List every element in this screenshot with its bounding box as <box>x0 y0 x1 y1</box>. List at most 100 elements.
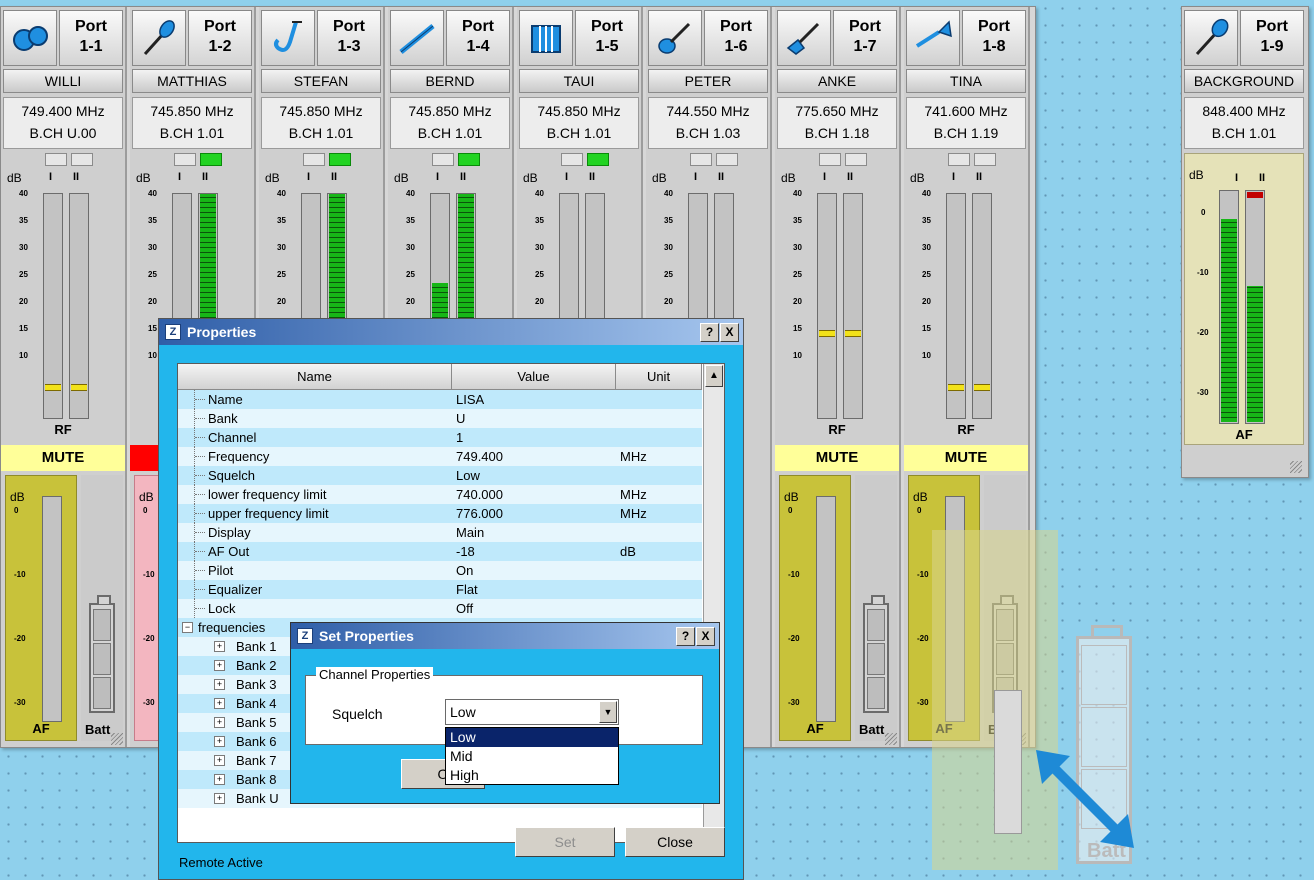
db-label: dB <box>136 171 151 185</box>
col-header-value[interactable]: Value <box>452 364 616 390</box>
meter-col-label: I <box>823 171 827 183</box>
mute-indicator[interactable]: MUTE <box>904 445 1028 471</box>
col-header-unit[interactable]: Unit <box>616 364 702 390</box>
resize-grip[interactable] <box>111 733 123 745</box>
property-row[interactable]: Equalizer Flat <box>178 580 702 599</box>
close-button[interactable]: Close <box>625 827 725 857</box>
db-label: dB <box>781 171 796 185</box>
led-2 <box>329 153 351 166</box>
af-label: AF <box>1235 427 1253 442</box>
db-label: dB <box>784 490 799 504</box>
expand-icon[interactable]: + <box>214 641 225 652</box>
property-row[interactable]: Frequency 749.400 MHz <box>178 447 702 466</box>
expand-icon[interactable]: + <box>214 717 225 728</box>
tick-label: 10 <box>793 351 802 360</box>
property-unit: MHz <box>620 506 647 521</box>
channel-name[interactable]: WILLI <box>3 69 123 93</box>
property-value: Low <box>456 468 480 483</box>
tick-label: 15 <box>922 324 931 333</box>
property-name: Equalizer <box>208 582 263 597</box>
channel-name[interactable]: STEFAN <box>261 69 381 93</box>
bank-name: Bank 3 <box>236 677 277 692</box>
close-x-button[interactable]: X <box>720 323 739 342</box>
close-x-button[interactable]: X <box>696 627 715 646</box>
property-row[interactable]: upper frequency limit 776.000 MHz <box>178 504 702 523</box>
tick-label: 15 <box>19 324 28 333</box>
tick-label: -20 <box>14 634 26 643</box>
channel-name[interactable]: MATTHIAS <box>132 69 252 93</box>
expand-icon[interactable]: + <box>214 698 225 709</box>
squelch-option[interactable]: Mid <box>446 747 618 766</box>
help-button[interactable]: ? <box>700 323 719 342</box>
expand-icon[interactable]: + <box>214 660 225 671</box>
resize-grip[interactable] <box>885 733 897 745</box>
property-name: Display <box>208 525 251 540</box>
port-number: 1-1 <box>79 38 103 55</box>
expand-icon[interactable]: + <box>214 793 225 804</box>
tick-label: 35 <box>406 216 415 225</box>
tick-label: 35 <box>922 216 931 225</box>
led-2 <box>845 153 867 166</box>
collapse-icon[interactable]: − <box>182 622 193 633</box>
property-row[interactable]: Lock Off <box>178 599 702 618</box>
squelch-option[interactable]: Low <box>446 728 618 747</box>
property-row[interactable]: Pilot On <box>178 561 702 580</box>
tick-label: 30 <box>148 243 157 252</box>
col-header-name[interactable]: Name <box>178 364 452 390</box>
battery-icon <box>863 595 889 713</box>
af-meter-area: dB 0 -10 -20 -30 AF <box>5 475 77 741</box>
rf-meter-area: dBIII40353025201510RF <box>777 169 897 441</box>
channel-name[interactable]: BERND <box>390 69 510 93</box>
status-text: Remote Active <box>179 855 263 870</box>
chevron-down-icon[interactable]: ▼ <box>599 701 617 723</box>
frequency-value: 775.650 MHz <box>795 103 879 119</box>
property-row[interactable]: Name LISA <box>178 390 702 409</box>
meter-col-label: II <box>589 171 596 183</box>
af-meter-bar <box>42 496 62 722</box>
battery-area: Batt <box>81 475 123 741</box>
led-2 <box>71 153 93 166</box>
property-row[interactable]: Squelch Low <box>178 466 702 485</box>
squelch-option[interactable]: High <box>446 766 618 785</box>
tick-label: 35 <box>277 216 286 225</box>
resize-grip[interactable] <box>1290 461 1302 473</box>
channel-name[interactable]: ANKE <box>777 69 897 93</box>
expand-icon[interactable]: + <box>214 774 225 785</box>
rf-label: RF <box>828 422 846 437</box>
tick-label: 40 <box>664 189 673 198</box>
property-row[interactable]: lower frequency limit 740.000 MHz <box>178 485 702 504</box>
properties-title-bar[interactable]: Z Properties ? X <box>159 319 743 345</box>
port-number: 1-2 <box>208 38 232 55</box>
channel-strip: Port 1-7 ANKE 775.650 MHz B.CH 1.18 dB I II 40 35… <box>775 7 901 747</box>
set-properties-title-bar[interactable]: Z Set Properties ? X <box>291 623 719 649</box>
help-button[interactable]: ? <box>676 627 695 646</box>
channel-name[interactable]: PETER <box>648 69 768 93</box>
meter-col-label: I <box>49 171 53 183</box>
set-button[interactable]: Set <box>515 827 615 857</box>
squelch-select[interactable]: Low ▼ <box>445 699 619 725</box>
property-row[interactable]: Bank U <box>178 409 702 428</box>
meter-fill <box>1247 286 1263 422</box>
tick-label: 40 <box>922 189 931 198</box>
property-row[interactable]: AF Out -18 dB <box>178 542 702 561</box>
db-label: dB <box>1189 168 1204 182</box>
mute-indicator[interactable]: MUTE <box>775 445 899 471</box>
property-row[interactable]: Channel 1 <box>178 428 702 447</box>
scroll-up-arrow[interactable]: ▲ <box>705 365 723 387</box>
tick-label: 20 <box>19 297 28 306</box>
property-row[interactable]: Display Main <box>178 523 702 542</box>
tick-label: -20 <box>788 634 800 643</box>
port-label: Port 1-7 <box>833 10 897 66</box>
property-name: Frequency <box>208 449 270 464</box>
tick-label: 0 <box>917 506 922 515</box>
port-label: Port 1-4 <box>446 10 510 66</box>
channel-name[interactable]: TAUI <box>519 69 639 93</box>
port-number: 1-8 <box>982 38 1006 55</box>
expand-icon[interactable]: + <box>214 755 225 766</box>
channel-name[interactable]: TINA <box>906 69 1026 93</box>
bank-name: Bank 1 <box>236 639 277 654</box>
tick-label: 30 <box>793 243 802 252</box>
mute-indicator[interactable]: MUTE <box>1 445 125 471</box>
expand-icon[interactable]: + <box>214 679 225 690</box>
expand-icon[interactable]: + <box>214 736 225 747</box>
